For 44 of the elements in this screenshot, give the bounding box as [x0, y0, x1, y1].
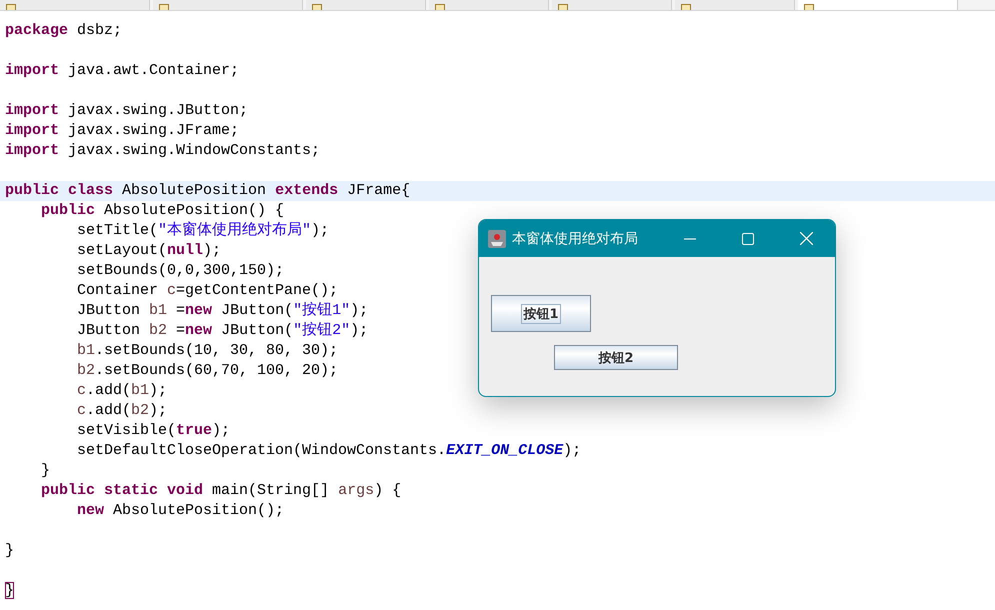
file-icon [435, 4, 445, 10]
code-line: setLayout(null); [77, 241, 222, 261]
file-icon [312, 4, 322, 10]
file-icon [6, 4, 16, 10]
code-line: setDefaultCloseOperation(WindowConstants.EXIT_ON_CLOSE); [77, 441, 582, 461]
code-line: new AbsolutePosition(); [77, 501, 284, 521]
code-line: } [41, 461, 50, 481]
code-line: c.add(b1); [77, 381, 168, 401]
code-line: public AbsolutePosition() { [41, 201, 284, 221]
editor-tab[interactable] [153, 0, 303, 10]
maximize-icon [742, 232, 754, 244]
code-line: JButton b2 =new JButton("按钮2"); [77, 321, 368, 341]
code-line: import javax.swing.JButton; [5, 101, 248, 121]
editor-tab[interactable] [552, 0, 672, 10]
window-title: 本窗体使用绝对布局 [512, 230, 639, 248]
code-line: b2.setBounds(60,70, 100, 20); [77, 361, 338, 381]
java-cup-icon [488, 230, 506, 248]
code-line: import javax.swing.JFrame; [5, 121, 240, 141]
code-line: setTitle("本窗体使用绝对布局"); [77, 221, 330, 241]
swing-button[interactable]: 按钮2 [554, 345, 678, 370]
editor-tab[interactable] [306, 0, 426, 10]
code-line: import javax.swing.WindowConstants; [5, 141, 320, 161]
file-icon [804, 4, 814, 10]
editor-tab[interactable] [429, 0, 549, 10]
code-line: setBounds(0,0,300,150); [77, 261, 284, 281]
code-line: setVisible(true); [77, 421, 230, 441]
code-line: b1.setBounds(10, 30, 80, 30); [77, 341, 338, 361]
code-line: import java.awt.Container; [5, 61, 240, 81]
swing-button[interactable]: 按钮1 [491, 295, 591, 332]
file-icon [159, 4, 169, 10]
code-line: JButton b1 =new JButton("按钮1"); [77, 301, 368, 321]
file-icon [681, 4, 691, 10]
editor-tab[interactable] [0, 0, 150, 10]
code-line: c.add(b2); [77, 401, 168, 421]
file-icon [558, 4, 568, 10]
code-line: public class AbsolutePosition extends JFrame{ [5, 181, 410, 201]
close-icon [800, 232, 812, 245]
editor-tab[interactable] [798, 0, 958, 10]
code-line: Container c=getContentPane(); [77, 281, 338, 301]
code-line: } [5, 541, 14, 561]
code-line: } [5, 581, 14, 601]
code-line: package dsbz; [5, 21, 122, 41]
editor-tab[interactable] [675, 0, 795, 10]
code-line: public static void main(String[] args) { [41, 481, 402, 501]
